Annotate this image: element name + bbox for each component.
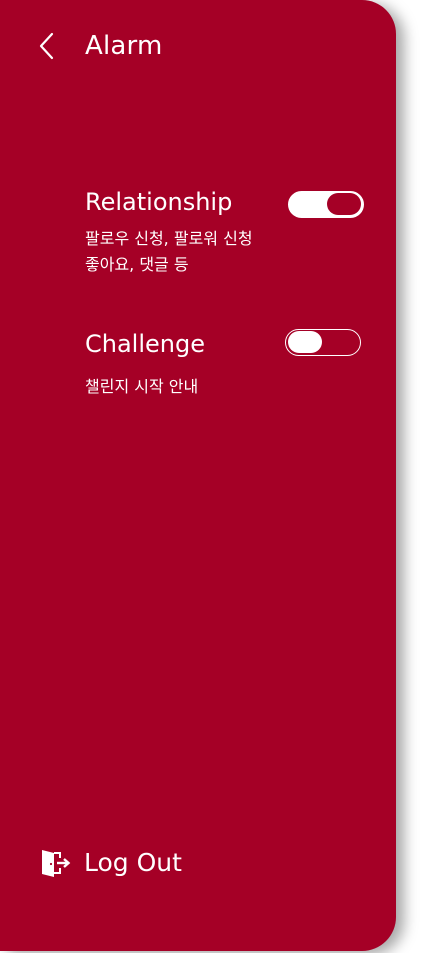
relationship-setting-description: 팔로우 신청, 팔로워 신청 좋아요, 댓글 등 (85, 226, 285, 278)
relationship-description-line: 팔로우 신청, 팔로워 신청 (85, 229, 253, 248)
chevron-left-icon (34, 30, 64, 62)
toggle-knob (327, 193, 361, 215)
page-title: Alarm (85, 31, 163, 61)
relationship-description-line: 좋아요, 댓글 등 (85, 255, 189, 274)
toggle-knob (288, 331, 322, 353)
challenge-setting-description: 챌린지 시작 안내 (85, 374, 285, 400)
relationship-toggle[interactable] (288, 191, 364, 218)
door-exit-icon (40, 847, 72, 879)
challenge-description-line: 챌린지 시작 안내 (85, 377, 199, 396)
challenge-toggle[interactable] (285, 329, 361, 356)
logout-button[interactable]: Log Out (40, 846, 182, 880)
relationship-setting-title: Relationship (85, 188, 233, 216)
back-button[interactable] (34, 30, 64, 62)
alarm-settings-panel: Alarm Relationship 팔로우 신청, 팔로워 신청 좋아요, 댓… (0, 0, 396, 951)
logout-label: Log Out (84, 848, 182, 877)
challenge-setting-title: Challenge (85, 330, 205, 358)
